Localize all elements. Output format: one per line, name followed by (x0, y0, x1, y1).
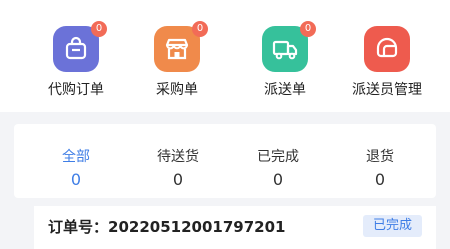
shortcut-procurement-tile: 0 (154, 21, 208, 72)
shortcut-badge: 0 (91, 21, 107, 37)
order-number-label: 订单号： (48, 218, 109, 236)
order-status-tabs: 全部 0 待送货 0 已完成 0 退货 0 (14, 124, 436, 198)
shortcut-badge: 0 (192, 21, 208, 37)
tab-label: 全部 (62, 149, 90, 165)
shortcut-delivery-orders[interactable]: 0 派送单 (240, 21, 330, 99)
tab-count: 0 (70, 170, 82, 189)
order-number: 订单号：20220512001797201 (48, 216, 285, 237)
shortcut-row: 0 代购订单 0 采购单 0 派送单 派送员管理 (0, 0, 450, 112)
tab-count: 0 (172, 170, 184, 189)
tab-all[interactable]: 全部 0 (31, 146, 121, 189)
shortcut-label: 采购单 (156, 82, 198, 98)
helmet-icon (376, 37, 398, 58)
bag-icon (65, 36, 87, 60)
tab-count: 0 (272, 170, 284, 189)
shortcut-label: 派送员管理 (352, 82, 422, 98)
shortcut-courier-management[interactable]: 派送员管理 (342, 26, 432, 99)
store-icon (165, 38, 189, 60)
truck-icon (272, 40, 298, 60)
shortcut-purchase-orders[interactable]: 0 代购订单 (31, 21, 121, 99)
order-number-value: 20220512001797201 (108, 218, 286, 236)
tab-label: 待送货 (157, 149, 199, 165)
shortcut-badge: 0 (300, 21, 316, 37)
shortcut-procurement[interactable]: 0 采购单 (132, 21, 222, 99)
shortcut-label: 代购订单 (48, 82, 104, 98)
status-badge: 已完成 (362, 215, 422, 237)
shortcut-delivery-orders-tile: 0 (262, 21, 316, 72)
shortcut-label: 派送单 (264, 82, 306, 98)
shortcut-courier-management-tile (364, 26, 410, 72)
tab-pending-delivery[interactable]: 待送货 0 (133, 146, 223, 189)
tab-completed[interactable]: 已完成 0 (233, 146, 323, 189)
tab-count: 0 (374, 170, 386, 189)
order-card[interactable]: 订单号：20220512001797201 已完成 (34, 206, 436, 249)
shortcut-purchase-orders-tile: 0 (53, 21, 107, 72)
tab-label: 已完成 (257, 149, 299, 165)
tab-returns[interactable]: 退货 0 (335, 146, 425, 189)
tab-label: 退货 (366, 149, 394, 165)
